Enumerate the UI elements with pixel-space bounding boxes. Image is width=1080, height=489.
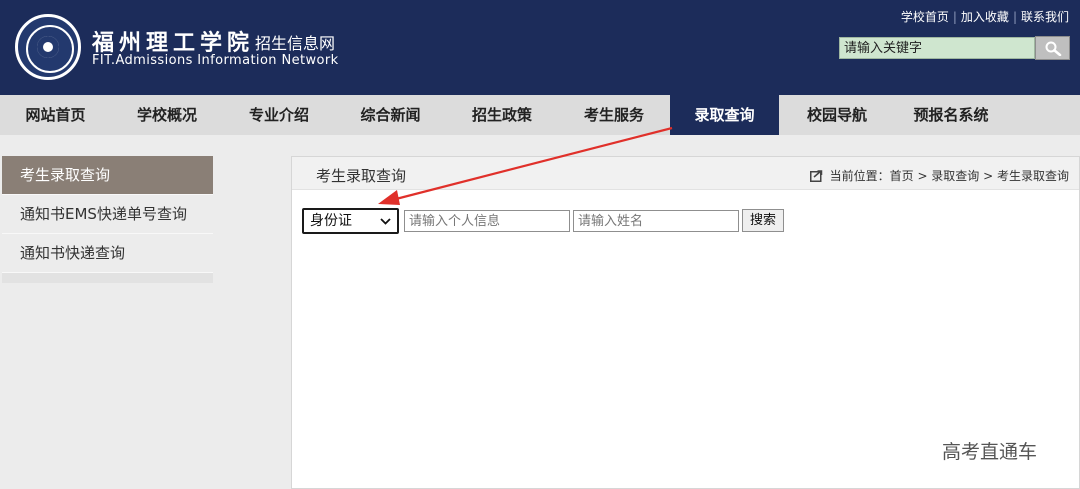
- site-subtitle: 招生信息网: [255, 34, 336, 53]
- nav-item-student-services[interactable]: 考生服务: [558, 95, 670, 135]
- search-button[interactable]: [1035, 36, 1070, 60]
- personal-info-input[interactable]: [404, 210, 570, 232]
- top-link-favorite[interactable]: 加入收藏: [961, 10, 1009, 24]
- id-type-select[interactable]: 身份证: [302, 208, 399, 234]
- sidebar: 考生录取查询 通知书EMS快递单号查询 通知书快递查询: [2, 156, 213, 283]
- chevron-down-icon: [380, 218, 391, 225]
- location-icon: [809, 169, 822, 182]
- main-nav: 网站首页 学校概况 专业介绍 综合新闻 招生政策 考生服务 录取查询 校园导航 …: [0, 95, 1080, 135]
- top-link-home[interactable]: 学校首页: [901, 10, 949, 24]
- nav-item-pre-registration[interactable]: 预报名系统: [895, 95, 1007, 135]
- sidebar-item-ems-tracking[interactable]: 通知书EMS快递单号查询: [2, 195, 213, 234]
- panel-header: 考生录取查询 当前位置：首页 > 录取查询 > 考生录取查询: [292, 157, 1079, 190]
- keyword-search-input[interactable]: [839, 37, 1035, 59]
- school-logo-icon[interactable]: [15, 14, 81, 80]
- nav-item-news[interactable]: 综合新闻: [335, 95, 446, 135]
- nav-item-campus-navigation[interactable]: 校园导航: [779, 95, 895, 135]
- search-icon: [1045, 41, 1062, 56]
- nav-item-majors[interactable]: 专业介绍: [223, 95, 335, 135]
- nav-item-school-overview[interactable]: 学校概况: [111, 95, 223, 135]
- breadcrumb: 当前位置：首页 > 录取查询 > 考生录取查询: [809, 167, 1069, 184]
- nav-item-admission-query[interactable]: 录取查询: [670, 95, 779, 135]
- sidebar-item-admission-query[interactable]: 考生录取查询: [2, 156, 213, 195]
- name-input[interactable]: [573, 210, 739, 232]
- query-search-button[interactable]: 搜索: [742, 209, 784, 232]
- sidebar-item-express-query[interactable]: 通知书快递查询: [2, 234, 213, 273]
- sidebar-footer: [2, 273, 213, 283]
- top-links: 学校首页 | 加入收藏 | 联系我们: [901, 8, 1069, 25]
- divider: |: [952, 10, 957, 24]
- watermark-text: 高考直通车: [942, 441, 1038, 463]
- nav-item-admission-policy[interactable]: 招生政策: [446, 95, 558, 135]
- id-type-value: 身份证: [310, 213, 352, 229]
- breadcrumb-text[interactable]: 当前位置：首页 > 录取查询 > 考生录取查询: [830, 167, 1069, 184]
- english-site-name: FIT.Admissions Information Network: [92, 53, 339, 68]
- page-title: 考生录取查询: [316, 167, 407, 185]
- site-header: 福州理工学院 招生信息网 FIT.Admissions Information …: [0, 0, 1080, 95]
- top-link-contact[interactable]: 联系我们: [1021, 10, 1069, 24]
- divider: |: [1012, 10, 1017, 24]
- nav-item-home[interactable]: 网站首页: [0, 95, 111, 135]
